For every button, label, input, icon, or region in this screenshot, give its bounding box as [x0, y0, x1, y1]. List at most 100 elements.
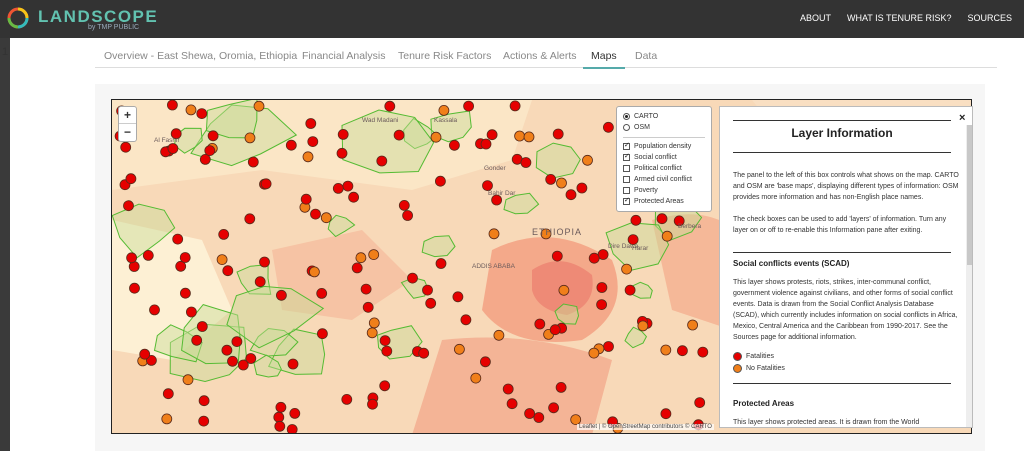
conflict-marker[interactable] — [384, 100, 396, 112]
conflict-marker[interactable] — [603, 341, 614, 352]
nav-tenure-risk[interactable]: WHAT IS TENURE RISK? — [847, 13, 952, 23]
conflict-marker[interactable] — [660, 344, 672, 356]
conflict-marker[interactable] — [624, 284, 636, 296]
conflict-marker[interactable] — [470, 372, 482, 384]
conflict-marker[interactable] — [376, 155, 388, 167]
conflict-marker[interactable] — [480, 138, 492, 150]
conflict-marker[interactable] — [596, 299, 608, 311]
conflict-marker[interactable] — [289, 407, 301, 419]
conflict-marker[interactable] — [308, 266, 320, 278]
conflict-marker[interactable] — [207, 130, 219, 142]
conflict-marker[interactable] — [320, 212, 332, 224]
conflict-marker[interactable] — [637, 320, 649, 332]
tab-maps[interactable]: Maps — [583, 50, 625, 69]
conflict-marker[interactable] — [687, 319, 698, 331]
zoom-out-button[interactable]: − — [119, 124, 136, 141]
conflict-marker[interactable] — [479, 356, 491, 368]
conflict-marker[interactable] — [196, 108, 208, 120]
map-attribution[interactable]: Leaflet | © OpenStreetMap contributors ©… — [577, 424, 714, 430]
checkbox-icon[interactable] — [623, 152, 630, 161]
conflict-marker[interactable] — [275, 289, 287, 301]
conflict-marker[interactable] — [549, 324, 561, 336]
conflict-marker[interactable] — [418, 347, 430, 359]
conflict-marker[interactable] — [180, 287, 191, 299]
overlay-political-conflict[interactable]: Political conflict — [623, 163, 705, 174]
conflict-marker[interactable] — [254, 276, 266, 288]
conflict-marker[interactable] — [402, 210, 414, 221]
conflict-marker[interactable] — [351, 262, 363, 274]
conflict-marker[interactable] — [551, 250, 563, 262]
conflict-marker[interactable] — [514, 130, 526, 142]
checkbox-icon[interactable] — [623, 187, 630, 194]
conflict-marker[interactable] — [630, 214, 642, 226]
conflict-marker[interactable] — [381, 345, 393, 357]
conflict-marker[interactable] — [142, 249, 154, 261]
conflict-marker[interactable] — [120, 141, 132, 153]
conflict-marker[interactable] — [379, 335, 391, 347]
conflict-marker[interactable] — [307, 136, 319, 147]
conflict-marker[interactable] — [161, 413, 173, 425]
conflict-marker[interactable] — [218, 228, 230, 240]
conflict-marker[interactable] — [332, 183, 344, 194]
conflict-marker[interactable] — [509, 100, 521, 112]
conflict-marker[interactable] — [565, 189, 577, 201]
conflict-marker[interactable] — [126, 252, 138, 264]
conflict-marker[interactable] — [362, 301, 374, 313]
overlay-protected-areas[interactable]: Protected Areas — [623, 196, 705, 207]
conflict-marker[interactable] — [123, 200, 134, 212]
conflict-marker[interactable] — [179, 252, 191, 263]
conflict-marker[interactable] — [285, 139, 297, 151]
tab-overview[interactable]: Overview - East Shewa, Oromia, Ethiopia — [104, 50, 297, 62]
conflict-marker[interactable] — [139, 348, 151, 360]
conflict-marker[interactable] — [452, 291, 464, 303]
tab-actions-alerts[interactable]: Actions & Alerts — [503, 50, 577, 62]
conflict-marker[interactable] — [244, 213, 256, 225]
conflict-marker[interactable] — [186, 306, 197, 318]
info-scrollbar[interactable] — [966, 125, 972, 427]
conflict-marker[interactable] — [237, 359, 249, 371]
conflict-marker[interactable] — [227, 355, 238, 367]
conflict-marker[interactable] — [548, 402, 560, 414]
conflict-marker[interactable] — [697, 346, 709, 358]
conflict-marker[interactable] — [348, 191, 360, 203]
conflict-marker[interactable] — [337, 129, 349, 140]
basemap-carto[interactable]: CARTO — [623, 111, 705, 122]
conflict-marker[interactable] — [198, 395, 210, 407]
overlay-poverty[interactable]: Poverty — [623, 185, 705, 196]
conflict-marker[interactable] — [167, 100, 178, 111]
conflict-marker[interactable] — [434, 175, 446, 187]
conflict-marker[interactable] — [316, 287, 328, 299]
checkbox-icon[interactable] — [623, 141, 630, 150]
conflict-marker[interactable] — [287, 358, 299, 370]
conflict-marker[interactable] — [506, 398, 518, 410]
conflict-marker[interactable] — [305, 118, 317, 129]
conflict-marker[interactable] — [302, 151, 314, 163]
conflict-marker[interactable] — [259, 256, 270, 268]
conflict-marker[interactable] — [342, 180, 354, 192]
conflict-marker[interactable] — [204, 145, 216, 156]
conflict-marker[interactable] — [486, 129, 498, 141]
conflict-marker[interactable] — [167, 143, 179, 154]
overlay-armed-civil-conflict[interactable]: Armed civil conflict — [623, 174, 705, 185]
conflict-marker[interactable] — [453, 343, 465, 355]
conflict-marker[interactable] — [398, 200, 410, 211]
conflict-marker[interactable] — [588, 252, 600, 264]
conflict-marker[interactable] — [196, 321, 208, 332]
conflict-marker[interactable] — [286, 424, 298, 435]
conflict-marker[interactable] — [661, 230, 673, 242]
conflict-marker[interactable] — [366, 327, 378, 339]
conflict-marker[interactable] — [274, 420, 286, 432]
conflict-marker[interactable] — [677, 345, 688, 357]
conflict-marker[interactable] — [602, 121, 614, 133]
conflict-marker[interactable] — [355, 252, 367, 264]
conflict-marker[interactable] — [360, 283, 372, 295]
nav-about[interactable]: ABOUT — [800, 13, 831, 23]
conflict-marker[interactable] — [656, 213, 668, 225]
conflict-marker[interactable] — [368, 317, 380, 329]
conflict-marker[interactable] — [556, 177, 567, 189]
conflict-marker[interactable] — [273, 411, 285, 423]
conflict-marker[interactable] — [407, 272, 418, 284]
conflict-marker[interactable] — [125, 173, 137, 185]
scrollbar-thumb[interactable] — [967, 125, 972, 265]
conflict-marker[interactable] — [310, 208, 321, 220]
